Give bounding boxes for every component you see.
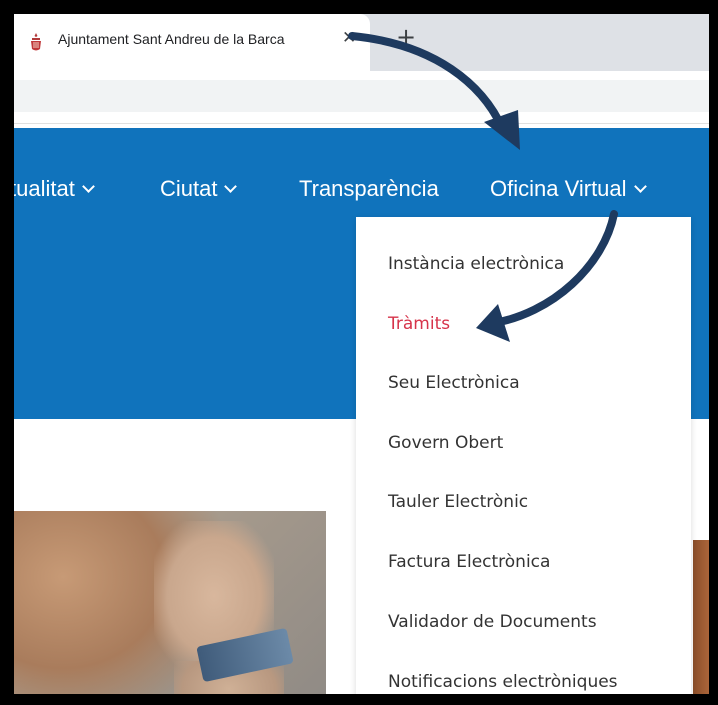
town-crest-icon xyxy=(31,33,41,51)
nav-item-actualitat[interactable]: tualitat xyxy=(14,176,95,202)
dropdown-item-instancia-electronica[interactable]: Instància electrònica xyxy=(388,254,564,274)
nav-item-label: Oficina Virtual xyxy=(490,176,627,201)
new-tab-icon[interactable]: + xyxy=(396,23,416,51)
nav-item-oficina-virtual[interactable]: Oficina Virtual xyxy=(490,176,647,202)
nav-item-ciutat[interactable]: Ciutat xyxy=(160,176,238,202)
browser-viewport: Ajuntament Sant Andreu de la Barca ✕ + t… xyxy=(14,14,709,694)
address-bar[interactable] xyxy=(14,80,709,112)
chevron-down-icon xyxy=(633,180,647,193)
dropdown-item-notificacions-electroniques[interactable]: Notificacions electròniques xyxy=(388,672,618,692)
dropdown-item-factura-electronica[interactable]: Factura Electrònica xyxy=(388,552,550,572)
address-bar-row xyxy=(14,71,709,124)
dropdown-item-govern-obert[interactable]: Govern Obert xyxy=(388,433,503,453)
oficina-virtual-dropdown: Instància electrònica Tràmits Seu Electr… xyxy=(356,217,691,694)
nav-item-label: Transparència xyxy=(299,176,439,201)
browser-tab[interactable]: Ajuntament Sant Andreu de la Barca ✕ xyxy=(14,14,370,71)
nav-item-transparencia[interactable]: Transparència xyxy=(299,176,439,202)
close-tab-icon[interactable]: ✕ xyxy=(342,28,356,48)
nav-item-label: tualitat xyxy=(14,176,75,201)
side-photo-strip xyxy=(693,540,709,694)
dropdown-item-tauler-electronic[interactable]: Tauler Electrònic xyxy=(388,492,528,512)
tab-title: Ajuntament Sant Andreu de la Barca xyxy=(58,31,285,47)
browser-tab-strip: Ajuntament Sant Andreu de la Barca ✕ + xyxy=(14,14,709,71)
dropdown-item-seu-electronica[interactable]: Seu Electrònica xyxy=(388,373,520,393)
hero-photo xyxy=(14,511,326,694)
chevron-down-icon xyxy=(224,180,238,193)
dropdown-item-validador-documents[interactable]: Validador de Documents xyxy=(388,612,597,632)
chevron-down-icon xyxy=(81,180,95,193)
dropdown-item-tramits[interactable]: Tràmits xyxy=(388,314,450,334)
nav-item-label: Ciutat xyxy=(160,176,218,201)
screenshot-frame: Ajuntament Sant Andreu de la Barca ✕ + t… xyxy=(0,0,718,705)
